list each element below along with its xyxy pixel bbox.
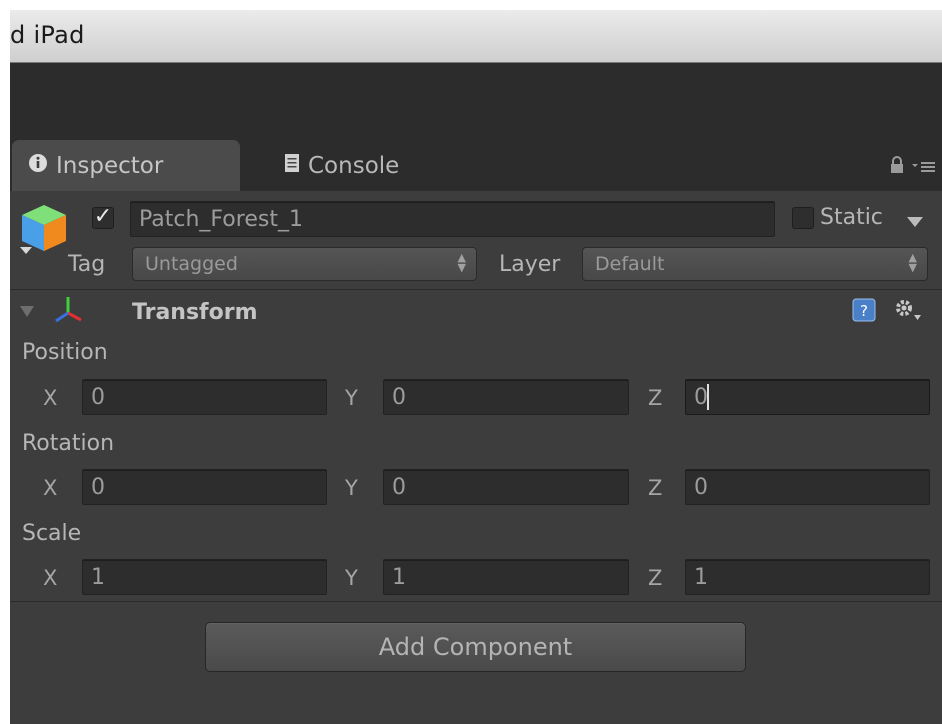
static-dropdown-arrow-icon[interactable] <box>906 213 924 232</box>
help-icon[interactable]: ? <box>852 298 876 326</box>
rotation-x-value: 0 <box>91 474 105 500</box>
tag-label: Tag <box>68 252 106 277</box>
position-x-value: 0 <box>91 384 105 410</box>
position-z-field[interactable]: 0 <box>685 379 930 415</box>
tab-label: Inspector <box>56 152 164 179</box>
updown-arrows-icon: ▲ ▼ <box>908 251 917 274</box>
layer-value: Default <box>595 253 665 275</box>
header-divider <box>10 289 942 290</box>
object-name-value: Patch_Forest_1 <box>139 206 303 232</box>
lock-icon[interactable] <box>890 156 904 178</box>
position-y-field[interactable]: 0 <box>383 379 629 415</box>
axis-x-label[interactable]: X <box>43 386 57 410</box>
scale-x-value: 1 <box>91 564 105 590</box>
axis-z-label[interactable]: Z <box>648 386 662 410</box>
rotation-y-field[interactable]: 0 <box>383 469 629 505</box>
transform-title[interactable]: Transform <box>132 300 258 325</box>
panel-menu-icon[interactable] <box>912 158 936 177</box>
component-divider <box>10 601 942 602</box>
position-y-value: 0 <box>392 384 406 410</box>
axis-y-label[interactable]: Y <box>345 566 358 590</box>
position-x-field[interactable]: 0 <box>82 379 327 415</box>
window-title: d iPad <box>10 21 85 49</box>
scale-label: Scale <box>22 521 82 546</box>
axis-y-label[interactable]: Y <box>345 476 358 500</box>
static-checkbox[interactable] <box>792 207 814 229</box>
info-icon <box>28 153 48 179</box>
inspector-panel: ✓ Patch_Forest_1 Static Tag Untagged ▲ ▼ … <box>10 191 942 724</box>
gameobject-cube-icon <box>18 201 70 261</box>
transform-axes-icon <box>48 293 88 329</box>
add-component-button[interactable]: Add Component <box>205 622 746 672</box>
position-label: Position <box>22 340 108 365</box>
rotation-y-value: 0 <box>392 474 406 500</box>
scale-z-field[interactable]: 1 <box>685 559 930 595</box>
tab-console[interactable]: Console <box>268 140 468 191</box>
scale-x-field[interactable]: 1 <box>82 559 327 595</box>
scale-y-field[interactable]: 1 <box>383 559 629 595</box>
axis-x-label[interactable]: X <box>43 566 57 590</box>
object-name-field[interactable]: Patch_Forest_1 <box>130 201 775 237</box>
updown-arrows-icon: ▲ ▼ <box>457 251 466 274</box>
scale-y-value: 1 <box>392 564 406 590</box>
layer-dropdown[interactable]: Default ▲ ▼ <box>582 247 928 281</box>
text-caret <box>707 384 709 410</box>
tab-controls <box>890 156 936 178</box>
position-z-value: 0 <box>694 384 708 410</box>
static-label[interactable]: Static <box>820 205 883 230</box>
rotation-z-field[interactable]: 0 <box>685 469 930 505</box>
axis-y-label[interactable]: Y <box>345 386 358 410</box>
active-checkbox[interactable]: ✓ <box>92 206 114 229</box>
title-bar: d iPad <box>10 10 942 63</box>
gear-icon[interactable] <box>892 297 922 327</box>
tab-label: Console <box>308 152 400 179</box>
axis-x-label[interactable]: X <box>43 476 57 500</box>
tag-dropdown[interactable]: Untagged ▲ ▼ <box>132 247 477 281</box>
axis-z-label[interactable]: Z <box>648 476 662 500</box>
layer-label: Layer <box>499 252 561 277</box>
rotation-x-field[interactable]: 0 <box>82 469 327 505</box>
scale-z-value: 1 <box>694 564 708 590</box>
rotation-z-value: 0 <box>694 474 708 500</box>
rotation-label: Rotation <box>22 431 115 456</box>
svg-text:?: ? <box>860 302 868 320</box>
axis-z-label[interactable]: Z <box>648 566 662 590</box>
unity-window: d iPad Inspector Console ✓ Patch_Forest_… <box>10 10 942 724</box>
console-icon <box>284 153 300 179</box>
tab-inspector[interactable]: Inspector <box>12 140 240 191</box>
foldout-triangle-icon[interactable] <box>20 303 34 322</box>
tag-value: Untagged <box>145 253 238 275</box>
